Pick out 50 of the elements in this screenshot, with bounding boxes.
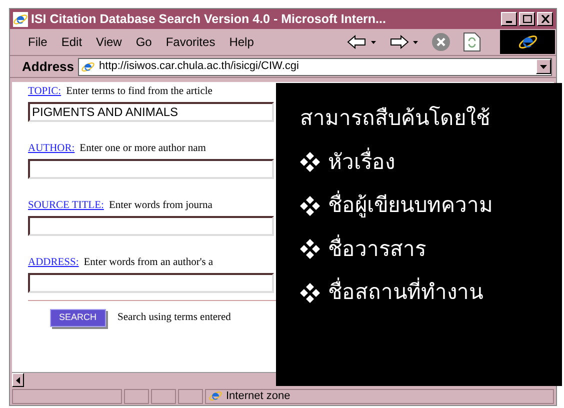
menu-item[interactable]: View: [96, 33, 122, 51]
callout-item: ชื่อผู้เขียนบทความ: [328, 190, 493, 222]
minimize-button[interactable]: [501, 12, 517, 26]
field-hint: Enter words from an author's a: [84, 256, 214, 270]
address-field[interactable]: http://isiwos.car.chula.ac.th/isicgi/CIW.cgi: [78, 58, 552, 76]
text-field[interactable]: PIGMENTS AND ANIMALS: [28, 102, 274, 122]
diamond-bullet-icon: [300, 282, 320, 303]
stop-icon[interactable]: [431, 32, 451, 52]
refresh-icon[interactable]: [463, 32, 481, 52]
menu-item[interactable]: File: [28, 33, 48, 51]
field-link[interactable]: SOURCE TITLE:: [28, 198, 104, 214]
search-hint: Search using terms entered: [118, 310, 231, 325]
menu-item[interactable]: Help: [229, 33, 254, 51]
field-link[interactable]: TOPIC:: [28, 84, 62, 100]
field-hint: Enter one or more author nam: [80, 142, 206, 156]
status-pane: [124, 388, 149, 404]
menu-item[interactable]: Go: [136, 33, 152, 51]
field-link[interactable]: AUTHOR:: [28, 141, 75, 157]
field-hint: Enter words from journa: [108, 199, 212, 213]
callout-item: หัวเรื่อง: [328, 146, 395, 176]
status-pane: [178, 388, 203, 404]
close-icon: [540, 15, 550, 23]
menu-item[interactable]: Favorites: [166, 33, 216, 51]
browser-logo-icon: [13, 12, 28, 26]
callout-item: ชื่อสถานที่ทำงาน: [328, 277, 483, 308]
text-field[interactable]: [28, 272, 274, 293]
callout-item: ชื่อวารสาร: [328, 234, 426, 262]
status-pane: [151, 388, 176, 404]
close-button[interactable]: [537, 12, 553, 26]
dropdown-caret-icon[interactable]: [540, 64, 547, 68]
maximize-icon: [522, 15, 532, 23]
diamond-bullet-icon: [300, 152, 320, 172]
diamond-bullet-icon: [300, 239, 320, 260]
globe-icon: [208, 389, 223, 403]
maximize-button[interactable]: [519, 12, 535, 26]
window-title: ISI Citation Database Search Version 4.0 - Microsoft Intern...: [31, 10, 386, 28]
callout-heading: สามารถสืบค้นโดยใช้: [300, 105, 491, 132]
address-label: Address: [21, 58, 74, 76]
menu-item[interactable]: Edit: [61, 33, 82, 51]
diamond-bullet-icon: [300, 196, 320, 216]
text-field[interactable]: [28, 216, 274, 236]
status-zone: Internet zone: [226, 388, 290, 404]
text-field[interactable]: [28, 158, 274, 179]
page-icon: [81, 60, 96, 74]
forward-arrow-icon[interactable]: [389, 35, 419, 49]
field-link[interactable]: ADDRESS:: [28, 255, 79, 271]
field-hint: Enter terms to find from the article: [66, 85, 212, 99]
scroll-left-icon[interactable]: [16, 376, 20, 384]
search-button[interactable]: SEARCH: [50, 309, 106, 326]
back-arrow-icon[interactable]: [347, 35, 377, 49]
